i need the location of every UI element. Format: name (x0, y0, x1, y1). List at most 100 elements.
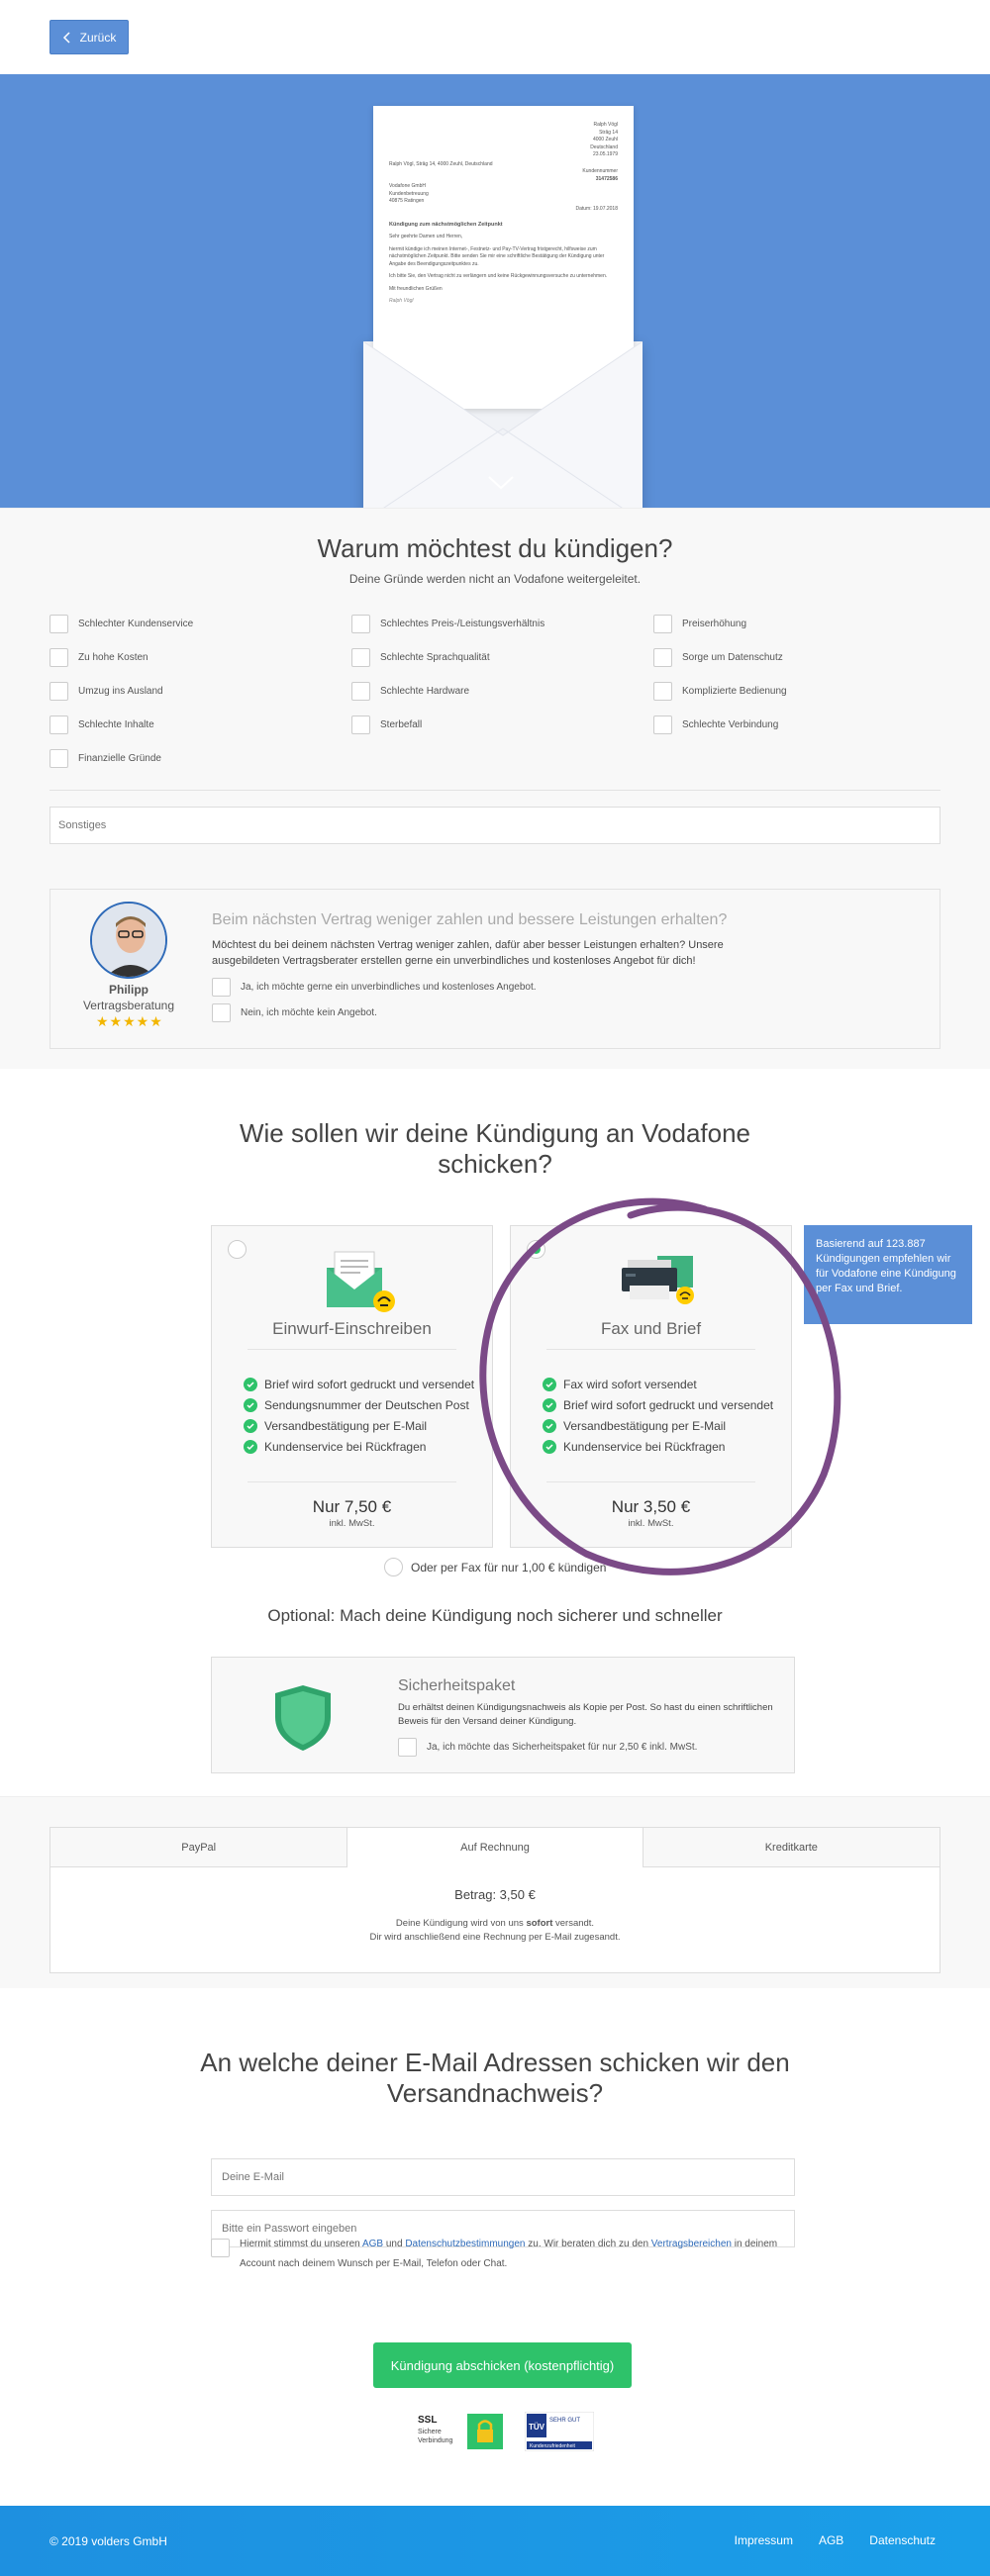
reason-checkbox[interactable] (653, 614, 672, 633)
letter-sender-name: Ralph Vögl (593, 122, 618, 128)
letter-subject: Kündigung zum nächstmöglichen Zeitpunkt (389, 222, 503, 228)
list-item: Brief wird sofort gedruckt und versendet (244, 1374, 474, 1394)
envelope-post-icon (327, 1251, 395, 1313)
reason-option[interactable]: Schlechtes Preis-/Leistungsverhältnis (351, 614, 653, 633)
shipping-title: Wie sollen wir deine Kündigung an Vodafo… (239, 1118, 751, 1180)
payment-section: PayPal Auf Rechnung Kreditkarte Betrag: … (0, 1796, 990, 1989)
feature-list: Fax wird sofort versendet Brief wird sof… (543, 1374, 773, 1457)
footer-link-impressum[interactable]: Impressum (735, 2533, 793, 2547)
reason-option[interactable]: Komplizierte Bedienung (653, 681, 955, 701)
reason-option[interactable]: Schlechte Verbindung (653, 715, 955, 734)
reasons-title: Warum möchtest du kündigen? (317, 533, 673, 563)
consent-checkbox[interactable] (211, 2239, 230, 2258)
letter-sender-city: 4000 Zeuhl (592, 137, 618, 143)
submit-cancellation-button[interactable]: Kündigung abschicken (kostenpflichtig) (373, 2342, 632, 2389)
reason-checkbox[interactable] (653, 681, 672, 701)
letter-customer-no-value: 31472586 (595, 175, 618, 182)
footer-link-datenschutz[interactable]: Datenschutz (869, 2533, 936, 2547)
reason-label: Schlechter Kundenservice (78, 618, 194, 629)
check-icon (244, 1377, 257, 1391)
reason-option[interactable]: Finanzielle Gründe (50, 748, 351, 768)
fax-only-label: Oder per Fax für nur 1,00 € kündigen (411, 1560, 607, 1574)
letter-sender-country: Deutschland (590, 143, 618, 150)
reason-option[interactable]: Schlechte Sprachqualität (351, 647, 653, 667)
letter-recipient: Vodafone GmbH Kundenbetreuung 40875 Rati… (389, 183, 618, 206)
shipping-card-registered[interactable]: Einwurf-Einschreiben Brief wird sofort g… (211, 1225, 493, 1549)
security-checkbox[interactable] (398, 1737, 417, 1757)
reason-checkbox[interactable] (50, 681, 68, 701)
shipping-radio-selected[interactable] (527, 1240, 545, 1260)
reason-option[interactable]: Umzug ins Ausland (50, 681, 351, 701)
shipping-radio[interactable] (228, 1240, 247, 1260)
reason-checkbox[interactable] (653, 647, 672, 667)
letter-customer-no-label: Kundennummer (582, 168, 618, 174)
reason-checkbox[interactable] (50, 715, 68, 734)
footer-link-agb[interactable]: AGB (819, 2533, 843, 2547)
divider (546, 1481, 755, 1483)
reason-checkbox[interactable] (351, 681, 370, 701)
list-item: Versandbestätigung per E-Mail (543, 1415, 773, 1436)
privacy-link[interactable]: Datenschutzbestimmungen (405, 2239, 525, 2249)
svg-text:TÜV: TÜV (529, 2423, 545, 2432)
feature-text: Versandbestätigung per E-Mail (563, 1418, 727, 1433)
check-icon (244, 1397, 257, 1412)
tab-invoice[interactable]: Auf Rechnung (346, 1828, 644, 1868)
reason-checkbox[interactable] (50, 647, 68, 667)
security-option-label: Ja, ich möchte das Sicherheitspaket für … (427, 1741, 698, 1753)
payment-note: Deine Kündigung wird von uns sofort vers… (50, 1917, 940, 1946)
chevron-down-icon[interactable] (488, 475, 514, 491)
fax-only-option[interactable]: Oder per Fax für nur 1,00 € kündigen (384, 1558, 607, 1577)
advisor-role: Vertragsberatung (82, 999, 175, 1013)
reason-option[interactable]: Schlechter Kundenservice (50, 614, 351, 633)
reason-checkbox[interactable] (351, 715, 370, 734)
feature-text: Brief wird sofort gedruckt und versendet (563, 1397, 774, 1412)
reason-option[interactable]: Schlechte Hardware (351, 681, 653, 701)
advisor-title: Beim nächsten Vertrag weniger zahlen und… (212, 911, 728, 929)
reasons-list: Schlechter Kundenservice Schlechtes Prei… (50, 614, 940, 768)
fax-only-radio[interactable] (384, 1558, 403, 1577)
shipping-card-fax-letter[interactable]: Fax und Brief Fax wird sofort versendet … (510, 1225, 792, 1549)
advisor-yes-checkbox[interactable] (212, 977, 231, 997)
letter-body-1: hiermit kündige ich meinen Internet-, Fe… (389, 245, 605, 267)
back-button[interactable]: Zurück (50, 20, 129, 54)
advisor-no-checkbox[interactable] (212, 1002, 231, 1022)
advisor-no-label: Nein, ich möchte kein Angebot. (241, 1006, 377, 1018)
reason-checkbox[interactable] (653, 715, 672, 734)
list-item: Kundenservice bei Rückfragen (244, 1436, 474, 1457)
footer: © 2019 volders GmbH Impressum AGB Datens… (0, 2506, 990, 2576)
letter-recipient-name: Vodafone GmbH (389, 183, 426, 189)
reason-option[interactable]: Zu hohe Kosten (50, 647, 351, 667)
reason-checkbox[interactable] (351, 647, 370, 667)
agb-link[interactable]: AGB (362, 2239, 383, 2249)
consent-row: Hiermit stimmst du unseren AGB und Daten… (211, 2239, 795, 2274)
top-bar: Zurück (0, 0, 990, 74)
email-field[interactable] (211, 2158, 795, 2197)
reason-option[interactable]: Sorge um Datenschutz (653, 647, 955, 667)
letter-closing: Mit freundlichen Grüßen (389, 285, 443, 292)
ssl-badge-title: SSL (418, 2415, 437, 2426)
security-option[interactable]: Ja, ich möchte das Sicherheitspaket für … (398, 1737, 697, 1757)
tuv-badge-icon: TÜV SEHR GUT Kundenzufriedenheit (525, 2412, 594, 2452)
reason-checkbox[interactable] (351, 614, 370, 633)
reason-option[interactable]: Sterbefall (351, 715, 653, 734)
reason-option[interactable]: Preiserhöhung (653, 614, 955, 633)
other-reason-input[interactable] (50, 807, 940, 845)
tuv-badge-grade: SEHR GUT (549, 2418, 580, 2424)
reason-checkbox[interactable] (50, 614, 68, 633)
reason-label: Schlechte Verbindung (682, 718, 779, 730)
tab-paypal[interactable]: PayPal (50, 1828, 347, 1868)
advisor-option-no[interactable]: Nein, ich möchte kein Angebot. (212, 1002, 377, 1022)
shipping-section: Wie sollen wir deine Kündigung an Vodafo… (0, 1069, 990, 1774)
payment-body: Betrag: 3,50 € Deine Kündigung wird von … (50, 1867, 940, 1972)
contract-areas-link[interactable]: Vertragsbereichen (651, 2239, 732, 2249)
tab-credit-card[interactable]: Kreditkarte (643, 1828, 940, 1868)
reason-label: Schlechtes Preis-/Leistungsverhältnis (380, 618, 545, 629)
reason-checkbox[interactable] (50, 748, 68, 768)
advisor-option-yes[interactable]: Ja, ich möchte gerne ein unverbindliches… (212, 977, 537, 997)
shipping-price: Nur 7,50 € (312, 1497, 392, 1517)
hero-letter-preview: Ralph Vögl Strâg 14 4000 Zeuhl Deutschla… (0, 74, 990, 508)
reason-option[interactable]: Schlechte Inhalte (50, 715, 351, 734)
reason-label: Finanzielle Gründe (78, 752, 161, 764)
ssl-badge-icon: SSL Sichere Verbindung (416, 2412, 505, 2452)
divider (50, 790, 940, 792)
